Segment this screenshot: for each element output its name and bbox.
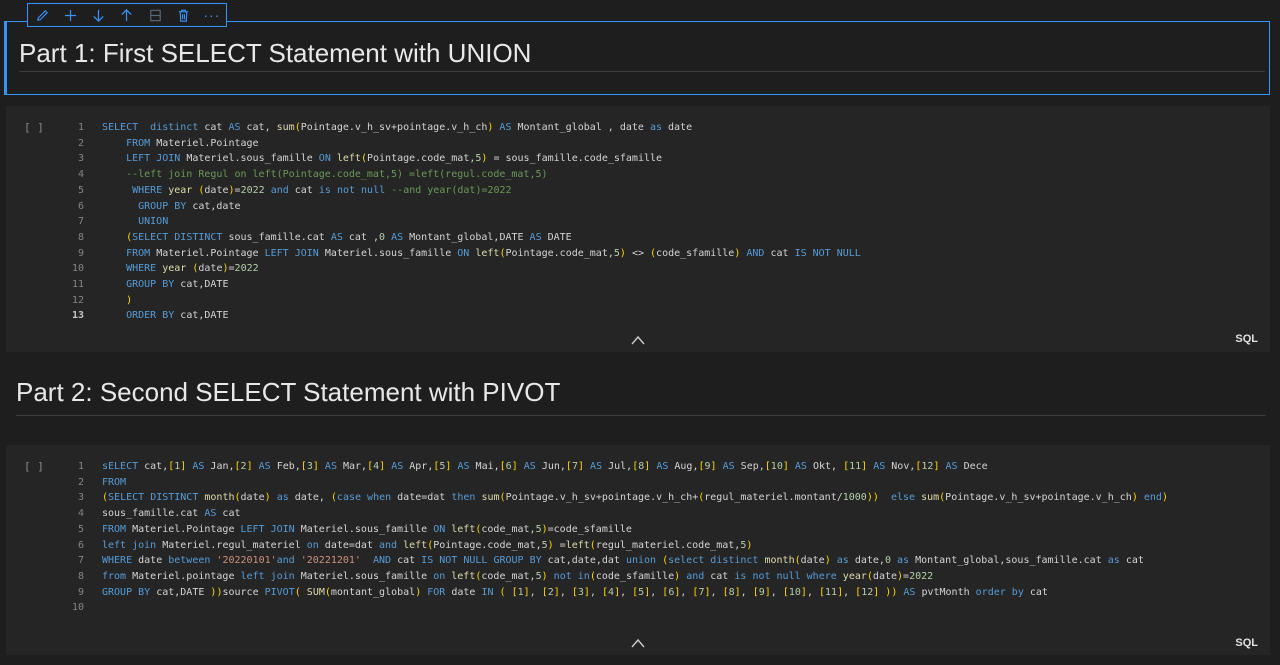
code-line[interactable]: ) [102,293,1264,309]
code-line[interactable]: FROM [102,475,1264,491]
move-up-icon [121,8,133,21]
line-number: 1 [77,461,84,472]
collapse-chevron-up-icon[interactable] [628,636,648,650]
code-line[interactable]: left join Materiel.regul_materiel on dat… [102,538,1264,554]
add-icon [64,9,77,21]
code-line[interactable]: ORDER BY cat,DATE [102,308,1264,324]
code-line[interactable]: FROM Materiel.Pointage LEFT JOIN Materie… [102,246,1264,262]
line-number: 3 [77,492,84,504]
code-line[interactable]: GROUP BY cat,DATE ))source PIVOT( SUM(mo… [102,585,1264,601]
delete-icon [178,9,189,22]
heading-part2: Part 2: Second SELECT Statement with PIV… [16,377,561,407]
language-label[interactable]: SQL [1235,333,1258,345]
edit-button[interactable] [32,5,52,25]
move-up-button[interactable] [117,5,137,25]
markdown-cell-part1[interactable]: Part 1: First SELECT Statement with UNIO… [4,21,1270,95]
move-down-icon [93,9,104,22]
line-number: 9 [77,247,84,259]
more-actions-button[interactable]: ··· [202,5,222,25]
code-editor[interactable]: SELECT distinct cat AS cat, sum(Pointage… [102,120,1264,324]
run-cell-button[interactable]: [ ] [24,460,44,473]
line-number: 9 [77,586,84,598]
line-number: 7 [77,555,84,567]
line-number: 4 [77,508,84,520]
cell-toolbar: ··· [27,3,227,27]
code-line[interactable] [102,600,1264,616]
code-line[interactable]: UNION [102,214,1264,230]
line-number: 1 [77,122,84,133]
code-line[interactable]: WHERE year (date)=2022 and cat is not nu… [102,183,1264,199]
code-line[interactable]: GROUP BY cat,DATE [102,277,1264,293]
line-number: 2 [77,476,84,488]
code-line[interactable]: sELECT cat,[1] AS Jan,[2] AS Feb,[3] AS … [102,459,1264,475]
code-cell-2[interactable]: [ ] 1 2 3 4 5 6 7 8 9 10 sELECT cat,[1] AS Jan,[2… [6,445,1270,655]
line-number: 3 [77,153,84,165]
delete-button[interactable] [174,5,194,25]
code-line[interactable]: --left join Regul on left(Pointage.code_… [102,167,1264,183]
line-number: 4 [77,169,84,181]
split-icon [150,9,161,21]
line-number: 10 [71,602,84,614]
line-number: 6 [77,539,84,551]
line-number: 12 [71,294,84,306]
line-number: 11 [71,279,84,291]
code-line[interactable]: FROM Materiel.Pointage LEFT JOIN Materie… [102,522,1264,538]
language-label[interactable]: SQL [1235,637,1258,649]
code-line[interactable]: (SELECT DISTINCT sous_famille.cat AS cat… [102,230,1264,246]
heading-part1: Part 1: First SELECT Statement with UNIO… [19,38,532,68]
run-cell-button[interactable]: [ ] [24,121,44,134]
line-number: 5 [77,184,84,196]
code-line[interactable]: from Materiel.pointage left join Materie… [102,569,1264,585]
add-cell-button[interactable] [60,5,80,25]
line-number: 7 [77,216,84,228]
collapse-chevron-up-icon[interactable] [628,333,648,347]
line-number: 8 [77,231,84,243]
move-down-button[interactable] [89,5,109,25]
code-line[interactable]: WHERE year (date)=2022 [102,261,1264,277]
code-line[interactable]: GROUP BY cat,date [102,199,1264,215]
markdown-cell-part2[interactable]: Part 2: Second SELECT Statement with PIV… [4,362,1270,434]
line-number: 13 [71,310,84,322]
code-line[interactable]: LEFT JOIN Materiel.sous_famille ON left(… [102,151,1264,167]
code-editor[interactable]: sELECT cat,[1] AS Jan,[2] AS Feb,[3] AS … [102,459,1264,616]
code-line[interactable]: WHERE date between '20220101'and '202212… [102,553,1264,569]
line-numbers: 1 2 3 4 5 6 7 8 9 10 11 12 13 [50,120,84,324]
line-number: 5 [77,523,84,535]
line-number: 2 [77,137,84,149]
more-icon: ··· [203,7,221,23]
code-line[interactable]: FROM Materiel.Pointage [102,136,1264,152]
heading-rule [19,71,1265,72]
split-cell-button[interactable] [145,5,165,25]
line-number: 10 [71,263,84,275]
code-line[interactable]: SELECT distinct cat AS cat, sum(Pointage… [102,120,1264,136]
line-number: 8 [77,570,84,582]
edit-icon [36,9,48,21]
line-numbers: 1 2 3 4 5 6 7 8 9 10 [50,459,84,616]
code-cell-1[interactable]: [ ] 1 2 3 4 5 6 7 8 9 10 11 12 13 SELECT distinct ca… [6,106,1270,352]
heading-rule [16,415,1266,416]
line-number: 6 [77,200,84,212]
code-line[interactable]: sous_famille.cat AS cat [102,506,1264,522]
code-line[interactable]: (SELECT DISTINCT month(date) as date, (c… [102,490,1264,506]
